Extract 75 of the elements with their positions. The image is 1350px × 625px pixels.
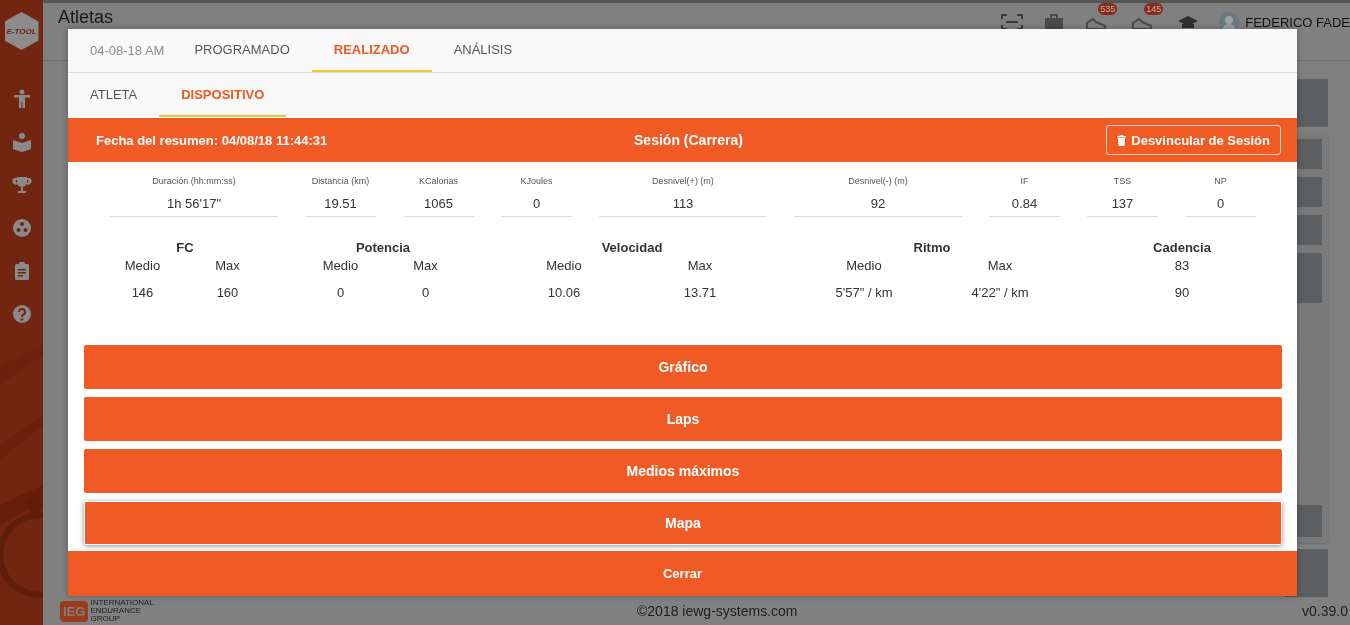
metric-label: Max [687, 257, 713, 275]
stat-value: 92 [794, 192, 962, 217]
metric-title: Potencia [355, 239, 411, 257]
logo-text: INTERNATIONAL [90, 599, 154, 608]
metric-title: Cadencia [1153, 239, 1211, 257]
section-toggle[interactable]: Laps [84, 397, 1282, 441]
stat-label: Distancia (km) [311, 175, 370, 188]
notification-badge: 145 [1144, 3, 1164, 15]
logo-mark: IEG [60, 600, 89, 622]
unlink-button[interactable]: Desvincular de Sesión [1106, 125, 1281, 155]
stat-value: 19.51 [305, 192, 376, 217]
expand-icon[interactable] [1001, 14, 1024, 30]
metric-value: 13.71 [683, 284, 717, 302]
tab[interactable]: PROGRAMADO [172, 29, 312, 72]
metric-value: 4'22" / km [971, 284, 1029, 302]
metric-title: Ritmo [913, 239, 951, 257]
session-title: Sesión (Carrera) [634, 132, 743, 148]
section-toggle[interactable]: Gráfico [84, 345, 1282, 389]
graduation-cap-icon[interactable] [1177, 14, 1200, 30]
stat-label: KJoules [520, 175, 553, 188]
trophy-icon[interactable] [11, 175, 32, 195]
book-reader-icon[interactable] [11, 132, 32, 152]
section-toggle[interactable]: Mapa [84, 501, 1282, 545]
stat-label: NP [1214, 175, 1227, 188]
stat-label: TSS [1113, 175, 1132, 188]
stat-value: 1h 56'17" [110, 192, 278, 217]
metric-label: Max [987, 257, 1013, 275]
metric-label: Medio [124, 257, 161, 275]
close-button[interactable]: Cerrar [68, 551, 1297, 596]
metric-label: Medio [322, 257, 359, 275]
briefcase-icon[interactable] [1043, 14, 1066, 30]
trash-icon [1117, 134, 1127, 146]
metric-value: 5'57" / km [835, 284, 893, 302]
logo-text: GROUP [90, 615, 121, 624]
section-toggle[interactable]: Medios máximos [84, 449, 1282, 493]
stat-label: IF [1020, 175, 1029, 188]
stat-value: 0 [501, 192, 572, 217]
stat-label: Desnivel(+) (m) [652, 175, 714, 188]
metric-value: 146 [131, 284, 154, 302]
copyright-text: ©2018 iewg-systems.com [637, 603, 798, 620]
app-logo[interactable]: E-TOOL [4, 12, 39, 50]
stat-value: 113 [599, 192, 767, 217]
metric-value: 83 [1174, 257, 1190, 275]
metric-title: Velocidad [601, 239, 663, 257]
version-text: v0.39.0 [1302, 603, 1348, 620]
page-title: Atletas [58, 8, 114, 28]
metric-title: FC [176, 239, 194, 257]
session-date: 04-08-18 AM [90, 43, 165, 58]
stat-label: Duración (hh:mm:ss) [152, 175, 236, 188]
metric-label: Medio [846, 257, 882, 275]
metric-value: 10.06 [547, 284, 581, 302]
user-name[interactable]: FEDERICO FADE [1245, 14, 1350, 30]
notification-badge: 535 [1098, 3, 1118, 15]
stat-label: Desnivel(-) (m) [848, 175, 908, 188]
shoe-icon[interactable] [1131, 15, 1154, 31]
stat-value: 1065 [403, 192, 474, 217]
metric-label: Max [215, 257, 240, 275]
tab[interactable]: ATLETA [68, 73, 160, 117]
shoe-icon[interactable] [1085, 15, 1108, 31]
metric-value: 160 [216, 284, 239, 302]
logo-text: ENDURANCE [90, 607, 143, 616]
summary-date: Fecha del resumen: 04/08/18 11:44:31 [96, 132, 329, 148]
metric-value: 0 [421, 284, 430, 302]
stat-value: 0 [1185, 192, 1256, 217]
metric-value: 90 [1174, 284, 1190, 302]
stat-label: KCalorias [419, 175, 458, 188]
metric-label: Medio [546, 257, 582, 275]
person-icon[interactable] [11, 89, 32, 109]
metric-value: 0 [336, 284, 345, 302]
stat-value: 0.84 [989, 192, 1060, 217]
stat-value: 137 [1087, 192, 1158, 217]
group-icon[interactable] [11, 218, 32, 238]
metric-label: Max [413, 257, 438, 275]
tab[interactable]: ANÁLISIS [431, 29, 535, 72]
help-icon[interactable] [11, 304, 32, 324]
